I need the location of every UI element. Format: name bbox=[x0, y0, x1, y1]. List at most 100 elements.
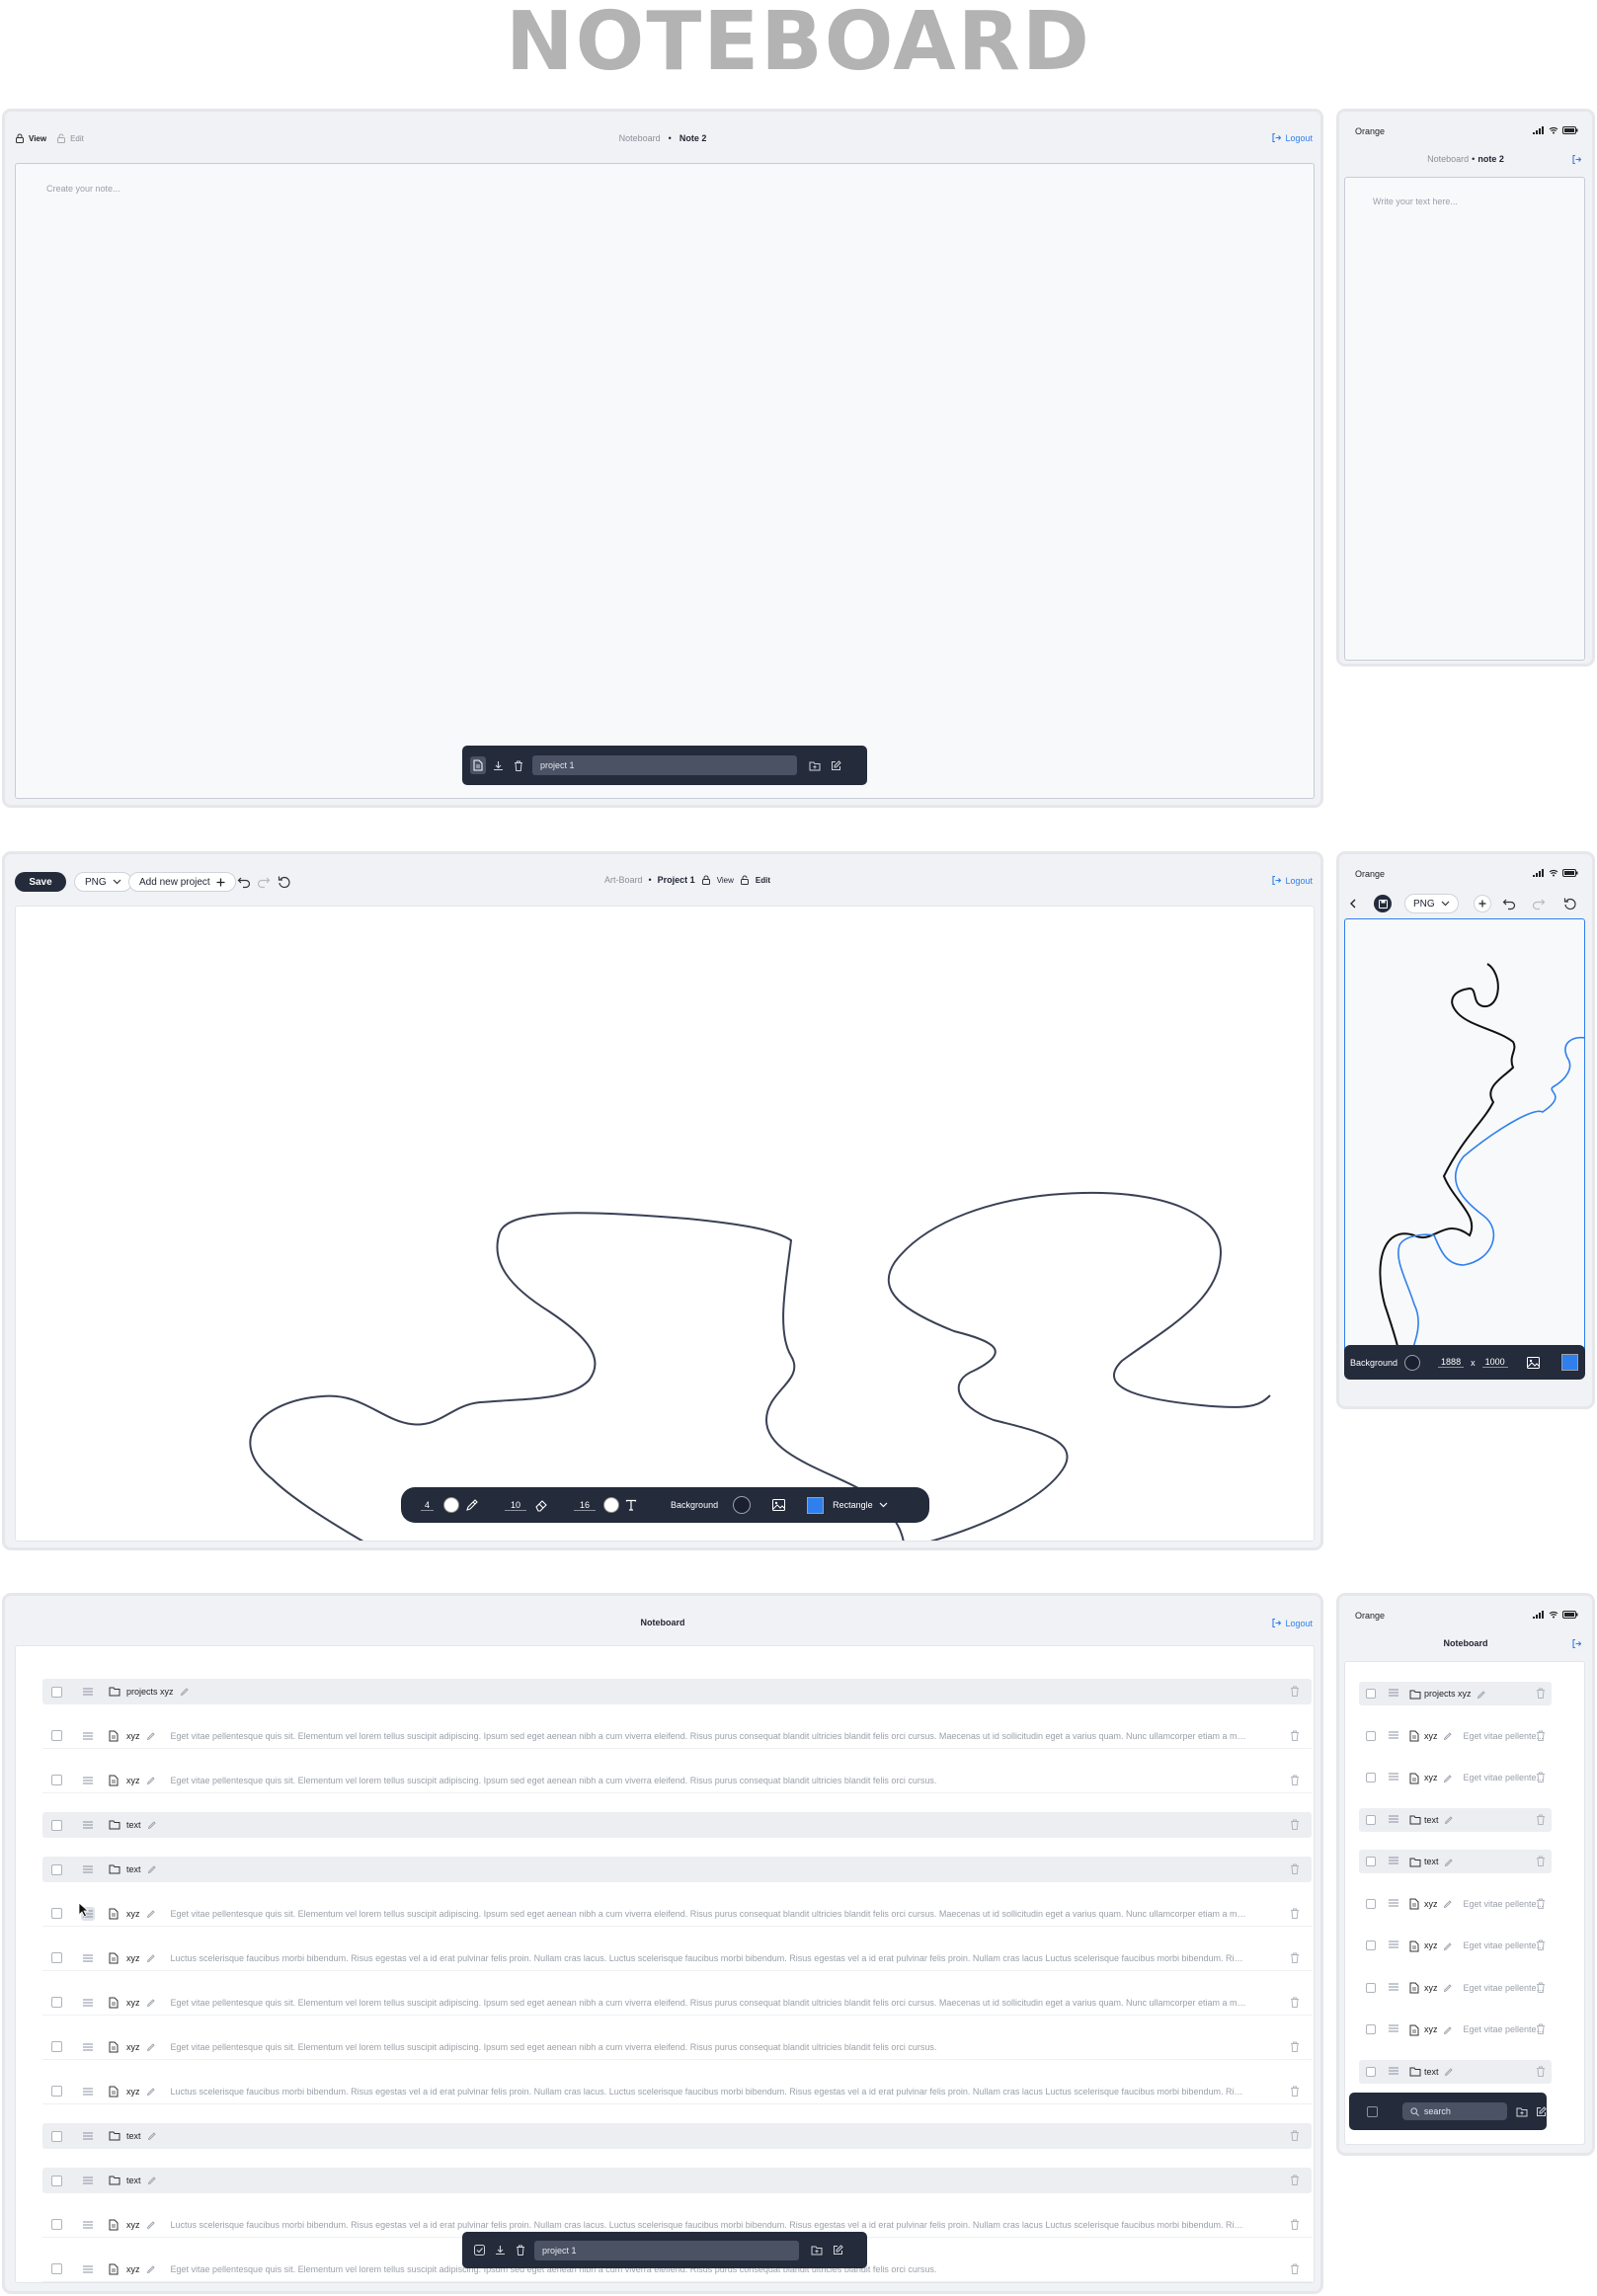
row-label[interactable]: text bbox=[126, 2176, 141, 2185]
row-label[interactable]: xyz bbox=[1424, 1940, 1438, 1950]
width-field[interactable]: 1888 bbox=[1438, 1357, 1465, 1368]
redo-icon[interactable] bbox=[1532, 897, 1546, 910]
format-select[interactable]: PNG bbox=[1404, 894, 1459, 913]
pencil-icon[interactable] bbox=[146, 2264, 156, 2274]
pencil-icon[interactable] bbox=[147, 1864, 157, 1874]
trash-icon[interactable] bbox=[514, 760, 523, 771]
pencil-icon[interactable] bbox=[146, 1776, 156, 1785]
download-icon[interactable] bbox=[493, 760, 504, 771]
brush-color-swatch[interactable] bbox=[443, 1497, 460, 1513]
note-row[interactable]: xyz Eget vitae pellente... bbox=[1359, 1724, 1552, 1748]
trash-icon[interactable] bbox=[1290, 1952, 1302, 1964]
row-label[interactable]: projects xyz bbox=[1424, 1689, 1472, 1699]
note-editor[interactable]: Create your note... bbox=[15, 163, 1315, 799]
note-row[interactable]: xyz Eget vitae pellente... bbox=[1359, 1976, 1552, 2000]
trash-icon[interactable] bbox=[1290, 1997, 1302, 2009]
pencil-icon[interactable] bbox=[1443, 1774, 1452, 1782]
drag-handle-icon[interactable] bbox=[81, 1774, 95, 1787]
pencil-icon[interactable] bbox=[147, 2176, 157, 2185]
trash-icon[interactable] bbox=[1290, 1686, 1302, 1698]
note-row[interactable]: xyz Eget vitae pellentesque quis sit. Ele… bbox=[42, 1768, 1312, 1793]
drag-handle-icon[interactable] bbox=[81, 1996, 95, 2010]
shape-color-swatch[interactable] bbox=[807, 1496, 825, 1514]
trash-icon[interactable] bbox=[1290, 2263, 1302, 2275]
row-checkbox[interactable] bbox=[51, 1819, 62, 1831]
eraser-size-field[interactable]: 10 bbox=[505, 1500, 527, 1511]
row-label[interactable]: xyz bbox=[1424, 1731, 1438, 1741]
row-checkbox[interactable] bbox=[51, 2130, 62, 2142]
add-project-button[interactable] bbox=[1474, 895, 1491, 912]
drag-handle-icon[interactable] bbox=[1388, 1856, 1399, 1867]
folder-row[interactable]: projects xyz bbox=[42, 1679, 1312, 1704]
row-checkbox[interactable] bbox=[51, 1997, 62, 2008]
drag-handle-icon[interactable] bbox=[81, 1862, 95, 1876]
note-row[interactable]: xyz Eget vitae pellente... bbox=[1359, 1934, 1552, 1957]
pencil-icon[interactable] bbox=[1444, 2067, 1453, 2077]
row-checkbox[interactable] bbox=[1366, 1814, 1376, 1825]
search-input[interactable]: search bbox=[1401, 2102, 1507, 2120]
text-size-field[interactable]: 16 bbox=[574, 1500, 597, 1511]
row-checkbox[interactable] bbox=[1366, 1773, 1376, 1782]
note-row[interactable]: xyz Eget vitae pellentesque quis sit. Ele… bbox=[42, 1901, 1312, 1927]
trash-icon[interactable] bbox=[1536, 1772, 1547, 1782]
mobile-drawing-canvas[interactable] bbox=[1344, 918, 1585, 1353]
note-row[interactable]: xyz Luctus scelerisque faucibus morbi bib… bbox=[42, 2079, 1312, 2104]
folder-row[interactable]: text bbox=[42, 2168, 1312, 2193]
pencil-icon[interactable] bbox=[146, 1998, 156, 2008]
brush-size-field[interactable]: 4 bbox=[421, 1500, 435, 1511]
row-checkbox[interactable] bbox=[51, 1952, 62, 1963]
row-checkbox[interactable] bbox=[1366, 1730, 1376, 1741]
note-row[interactable]: xyz Eget vitae pellentesque quis sit. Ele… bbox=[42, 1990, 1312, 2016]
view-label[interactable]: View bbox=[717, 876, 734, 885]
pencil-icon[interactable] bbox=[1443, 1731, 1452, 1741]
drag-handle-icon[interactable] bbox=[1388, 1730, 1399, 1742]
row-checkbox[interactable] bbox=[1366, 1857, 1376, 1866]
row-label[interactable]: text bbox=[126, 1820, 141, 1830]
trash-icon[interactable] bbox=[1290, 2086, 1302, 2098]
drag-handle-icon[interactable] bbox=[1388, 1898, 1399, 1910]
mobile-note-editor[interactable]: Write your text here... bbox=[1344, 177, 1585, 661]
row-label[interactable]: xyz bbox=[126, 1909, 140, 1919]
trash-icon[interactable] bbox=[1536, 1940, 1547, 1950]
drag-handle-icon[interactable] bbox=[1388, 1772, 1399, 1783]
image-icon[interactable] bbox=[1526, 1356, 1540, 1369]
save-icon-button[interactable] bbox=[1374, 895, 1392, 912]
new-note-icon[interactable] bbox=[831, 759, 841, 771]
row-checkbox[interactable] bbox=[51, 1863, 62, 1875]
trash-icon[interactable] bbox=[1536, 1856, 1547, 1866]
row-label[interactable]: xyz bbox=[1424, 1983, 1438, 1993]
select-all-checkbox[interactable] bbox=[1367, 2105, 1378, 2117]
pencil-icon[interactable] bbox=[146, 1953, 156, 1963]
row-label[interactable]: text bbox=[126, 2131, 141, 2141]
logout-button[interactable]: Logout bbox=[1271, 132, 1313, 143]
drag-handle-icon[interactable] bbox=[1388, 1688, 1399, 1700]
pencil-icon[interactable] bbox=[1477, 1690, 1485, 1699]
row-checkbox[interactable] bbox=[51, 2219, 62, 2230]
note-row[interactable]: xyz Eget vitae pellentesque quis sit. Ele… bbox=[42, 2034, 1312, 2060]
row-checkbox[interactable] bbox=[51, 1686, 62, 1698]
row-label[interactable]: xyz bbox=[126, 1953, 140, 1963]
new-note-icon[interactable] bbox=[833, 2245, 843, 2256]
trash-icon[interactable] bbox=[1290, 2041, 1302, 2053]
select-all-icon[interactable] bbox=[474, 2245, 485, 2256]
row-label[interactable]: xyz bbox=[126, 2087, 140, 2097]
note-row[interactable]: xyz Eget vitae pellente... bbox=[1359, 1766, 1552, 1789]
folder-row[interactable]: text bbox=[42, 2123, 1312, 2149]
drag-handle-icon[interactable] bbox=[81, 2129, 95, 2143]
row-label[interactable]: projects xyz bbox=[126, 1687, 174, 1697]
breadcrumb-root[interactable]: Noteboard bbox=[1427, 154, 1469, 164]
pencil-icon[interactable] bbox=[146, 1731, 156, 1741]
back-icon[interactable] bbox=[1349, 899, 1357, 909]
trash-icon[interactable] bbox=[1290, 2130, 1302, 2142]
pencil-icon[interactable] bbox=[180, 1687, 190, 1697]
pencil-icon[interactable] bbox=[147, 1820, 157, 1830]
folder-row[interactable]: text bbox=[1359, 1850, 1552, 1873]
shape-color-swatch[interactable] bbox=[1560, 1354, 1578, 1371]
row-checkbox[interactable] bbox=[1366, 1689, 1376, 1699]
new-folder-icon[interactable] bbox=[811, 2245, 823, 2256]
pencil-icon[interactable] bbox=[1443, 1941, 1452, 1950]
edit-label[interactable]: Edit bbox=[756, 876, 770, 885]
row-label[interactable]: xyz bbox=[126, 1776, 140, 1785]
note-row[interactable]: xyz Eget vitae pellente... bbox=[1359, 2018, 1552, 2041]
row-checkbox[interactable] bbox=[1366, 1940, 1376, 1950]
